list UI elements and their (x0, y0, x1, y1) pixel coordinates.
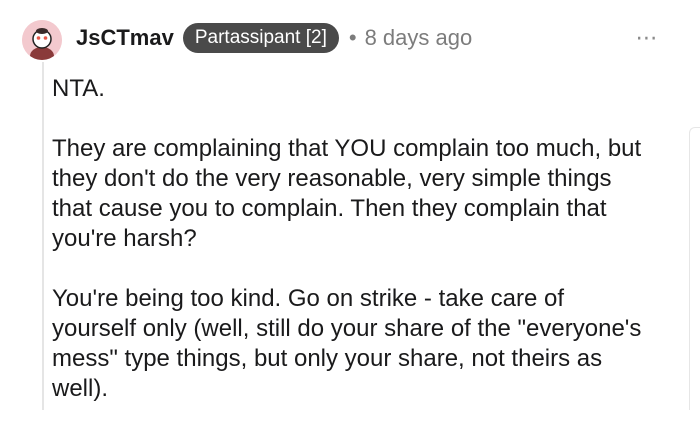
separator-dot: • (348, 25, 357, 50)
username-link[interactable]: JsCTmav (76, 25, 174, 51)
more-options-button[interactable]: ⋯ (630, 25, 664, 50)
avatar[interactable] (22, 20, 62, 60)
timestamp: 8 days ago (364, 25, 473, 50)
comment-body: NTA. They are complaining that YOU compl… (52, 74, 652, 434)
more-options-icon: ⋯ (635, 25, 659, 50)
user-flair: Partassipant [2] (182, 23, 339, 53)
thread-line[interactable] (42, 62, 44, 410)
comment-paragraph-2: They are complaining that YOU complain t… (52, 135, 642, 252)
comment-paragraph-3: You're being too kind. Go on strike - ta… (52, 285, 642, 402)
scrollbar[interactable] (689, 127, 700, 410)
comment-paragraph-1: NTA. (52, 75, 105, 102)
avatar-icon (22, 20, 62, 60)
comment-header: JsCTmav Partassipant [2] • 8 days ago (76, 18, 472, 58)
comment: JsCTmav Partassipant [2] • 8 days ago ⋯ … (0, 0, 700, 410)
